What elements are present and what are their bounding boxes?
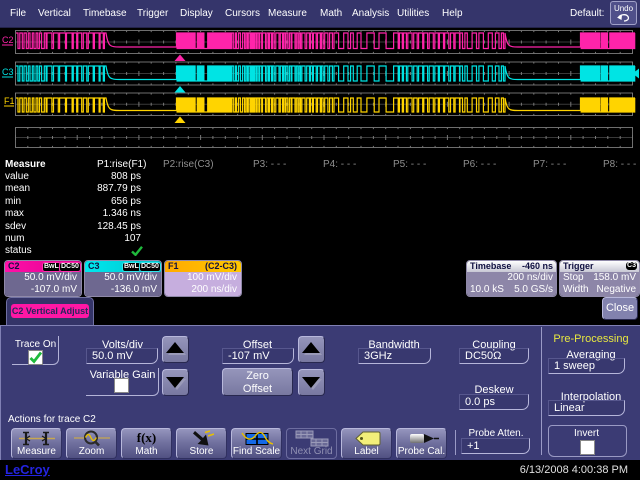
- svg-text:C3: C3: [2, 67, 14, 77]
- svg-text:C2: C2: [2, 35, 14, 45]
- svg-text:F1: F1: [4, 96, 15, 106]
